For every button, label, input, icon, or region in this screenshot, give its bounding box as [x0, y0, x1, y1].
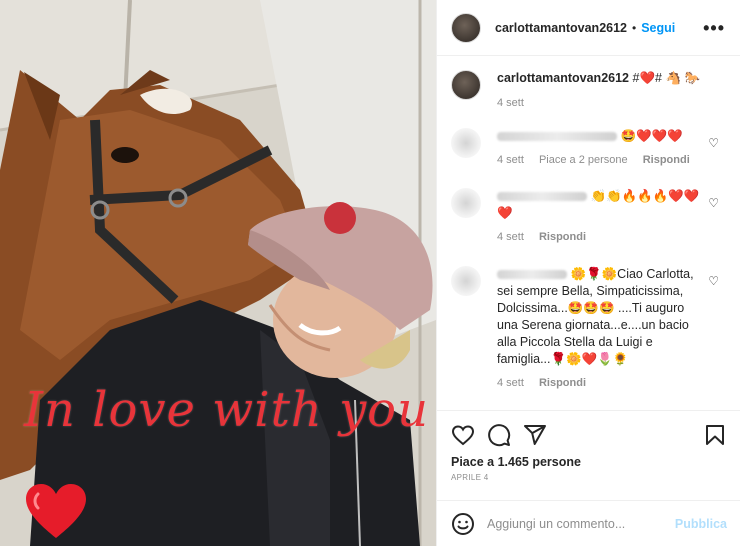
- commenter-avatar[interactable]: [451, 266, 481, 296]
- comment-text: 🌼🌹🌼Ciao Carlotta, sei sempre Bella, Simp…: [497, 267, 694, 366]
- comments-list[interactable]: carlottamantovan2612 #❤️# 🐴 🐎 4 sett 🤩❤️…: [437, 56, 740, 410]
- comment-time[interactable]: 4 sett: [497, 154, 524, 166]
- commenter-avatar[interactable]: [451, 128, 481, 158]
- emoji-icon[interactable]: [451, 512, 475, 536]
- comment-time[interactable]: 4 sett: [497, 377, 524, 389]
- post-photo[interactable]: In love with you: [0, 0, 436, 546]
- red-heart-icon: [26, 484, 86, 538]
- post-sidebar: carlottamantovan2612 • Segui ••• carlott…: [436, 0, 740, 546]
- author-avatar[interactable]: [451, 70, 481, 100]
- post-actions: Piace a 1.465 persone APRILE 4: [437, 410, 740, 500]
- comment-like-heart-icon[interactable]: ♡: [708, 136, 719, 150]
- more-icon[interactable]: •••: [703, 18, 725, 39]
- caption-username[interactable]: carlottamantovan2612: [497, 71, 629, 85]
- comment-like-heart-icon[interactable]: ♡: [708, 274, 719, 288]
- commenter-avatar[interactable]: [451, 188, 481, 218]
- comment-like-heart-icon[interactable]: ♡: [708, 196, 719, 210]
- comment-icon[interactable]: [487, 423, 511, 447]
- caption-text: #❤️# 🐴 🐎: [632, 71, 701, 85]
- comment-text: 🤩❤️❤️❤️: [620, 129, 683, 143]
- post-date[interactable]: APRILE 4: [451, 473, 489, 482]
- comment-time[interactable]: 4 sett: [497, 231, 524, 243]
- likes-count[interactable]: Piace a 1.465 persone: [451, 455, 581, 469]
- post-header: carlottamantovan2612 • Segui •••: [437, 0, 740, 56]
- caption-time[interactable]: 4 sett: [497, 97, 524, 109]
- author-avatar[interactable]: [451, 12, 481, 43]
- reply-button[interactable]: Rispondi: [539, 377, 586, 389]
- bookmark-icon[interactable]: [703, 423, 727, 447]
- header-separator: •: [632, 20, 637, 35]
- comment-input[interactable]: Aggiungi un commento...: [487, 517, 675, 531]
- overlay-caption: In love with you: [24, 382, 429, 438]
- heart-icon[interactable]: [451, 423, 475, 447]
- commenter-username-blurred[interactable]: [497, 192, 587, 202]
- reply-button[interactable]: Rispondi: [643, 154, 690, 166]
- add-comment-bar: Aggiungi un commento... Pubblica: [437, 500, 740, 546]
- photo-illustration: [0, 0, 436, 546]
- commenter-username-blurred[interactable]: [497, 132, 617, 142]
- reply-button[interactable]: Rispondi: [539, 231, 586, 243]
- author-username[interactable]: carlottamantovan2612: [495, 21, 627, 35]
- publish-button[interactable]: Pubblica: [675, 517, 727, 531]
- commenter-username-blurred[interactable]: [497, 270, 567, 280]
- comment-likes[interactable]: Piace a 2 persone: [539, 154, 628, 166]
- share-icon[interactable]: [523, 423, 547, 447]
- follow-button[interactable]: Segui: [641, 21, 675, 35]
